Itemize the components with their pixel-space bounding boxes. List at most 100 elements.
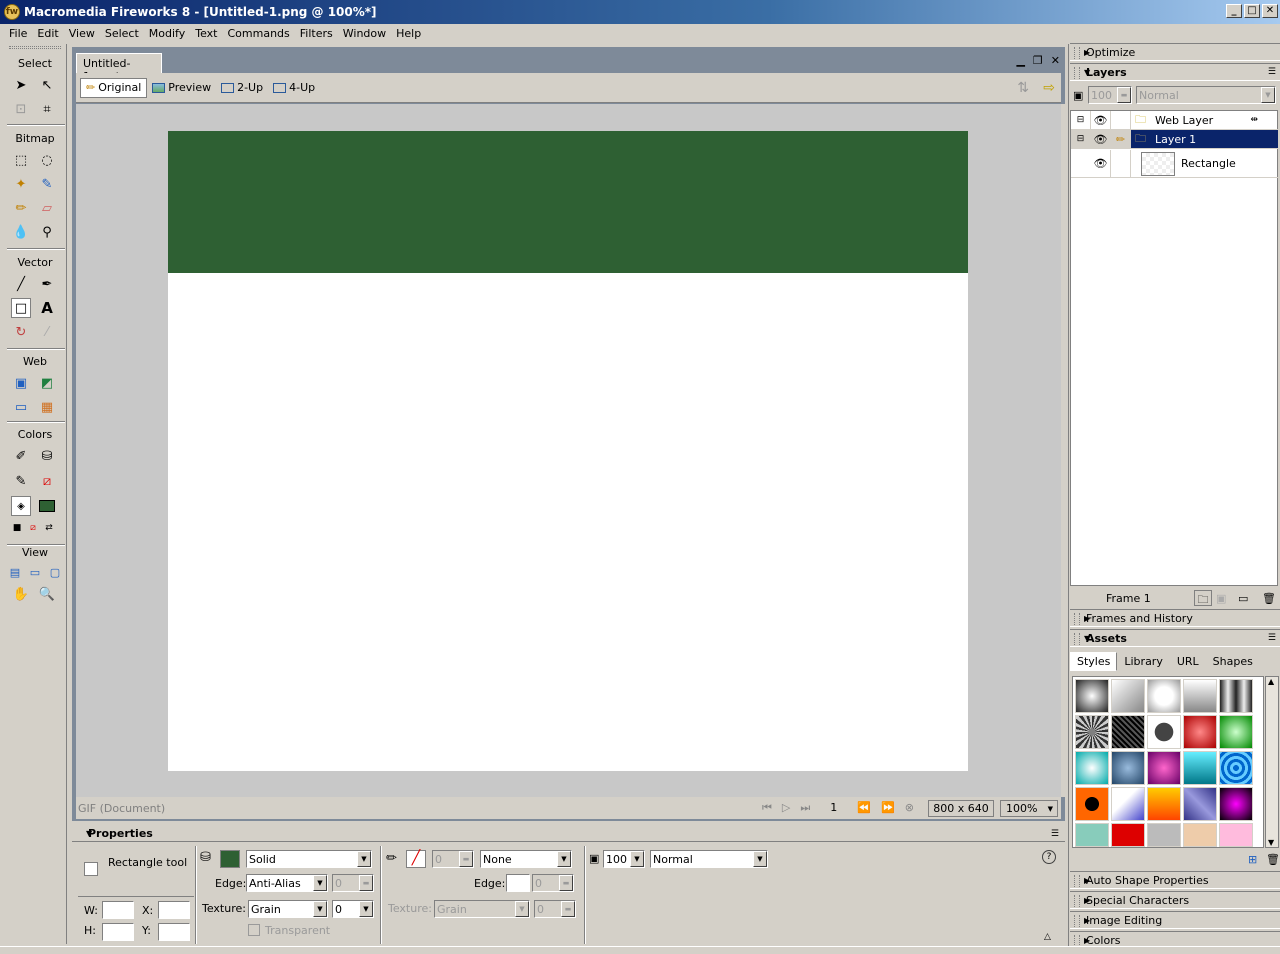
stroke-edge-swatch[interactable]: [506, 874, 530, 892]
scale-tool-icon[interactable]: ⊡: [11, 99, 31, 119]
prev-frame-icon[interactable]: ⏪: [857, 801, 871, 815]
style-swatch[interactable]: [1147, 751, 1181, 785]
layers-panel-header[interactable]: ▼ Layers ☰: [1070, 63, 1280, 81]
properties-header[interactable]: ▼ Properties ☰: [72, 826, 1065, 842]
menu-modify[interactable]: Modify: [144, 27, 190, 40]
fullscreen-menu-icon[interactable]: ▭: [25, 562, 45, 582]
first-frame-icon[interactable]: ⏮: [762, 801, 772, 815]
fill-color-swatch[interactable]: [220, 850, 240, 868]
style-swatch[interactable]: [1147, 787, 1181, 821]
new-bitmap-icon[interactable]: ▣: [1216, 592, 1226, 605]
hand-tool-icon[interactable]: ✋: [11, 584, 31, 604]
new-subfolder-icon[interactable]: 🗀: [1194, 590, 1212, 606]
document-tab[interactable]: Untitled-1.png*: [76, 53, 162, 83]
style-swatch[interactable]: [1183, 823, 1217, 847]
panel-menu-icon[interactable]: ☰: [1051, 829, 1059, 839]
next-frame-icon[interactable]: ⏩: [881, 801, 895, 815]
expand-minus-icon[interactable]: ⊟: [1071, 111, 1091, 129]
stop-icon[interactable]: ⊗: [905, 801, 914, 815]
pen-tool-icon[interactable]: ✒: [37, 274, 57, 294]
fill-swatch[interactable]: [37, 496, 57, 516]
new-layer-icon[interactable]: ▭: [1238, 592, 1248, 605]
menu-window[interactable]: Window: [338, 27, 391, 40]
eraser-tool-icon[interactable]: ▱: [37, 198, 57, 218]
frame-label[interactable]: Frame 1: [1106, 592, 1151, 605]
slice-tool-icon[interactable]: ◩: [37, 373, 57, 393]
doc-close-icon[interactable]: ✕: [1051, 54, 1060, 67]
special-characters-header[interactable]: ▶ Special Characters: [1070, 891, 1280, 909]
add-style-icon[interactable]: ⊞: [1248, 853, 1257, 866]
style-swatch[interactable]: [1111, 715, 1145, 749]
scroll-down-icon[interactable]: ▼: [1268, 838, 1274, 847]
marquee-tool-icon[interactable]: ⬚: [11, 150, 31, 170]
delete-layer-icon[interactable]: 🗑: [1262, 592, 1276, 605]
layer-row-web[interactable]: ⊟ 👁 🗀 Web Layer ⇹: [1071, 111, 1278, 130]
texture-select[interactable]: Grain ▼: [248, 900, 328, 918]
style-swatch[interactable]: [1075, 787, 1109, 821]
h-field[interactable]: [102, 923, 134, 941]
no-stroke-fill-icon[interactable]: ⧄: [25, 518, 41, 538]
scroll-up-icon[interactable]: ▲: [1268, 677, 1274, 686]
stroke-texture-select[interactable]: Grain ▼: [434, 900, 530, 918]
menu-file[interactable]: File: [4, 27, 32, 40]
zoom-level[interactable]: 100% ▼: [1000, 800, 1058, 817]
fill-color-icon[interactable]: ◈: [11, 496, 31, 516]
style-swatch[interactable]: [1219, 679, 1253, 713]
play-icon[interactable]: ▷: [782, 801, 790, 815]
pointer-tool-icon[interactable]: ➤: [11, 75, 31, 95]
style-swatch[interactable]: [1183, 787, 1217, 821]
show-slices-icon[interactable]: ▦: [37, 397, 57, 417]
stroke-texture-amount[interactable]: 0 ▬: [534, 900, 576, 918]
blend-mode-select[interactable]: Normal ▼: [650, 850, 768, 868]
frames-history-header[interactable]: ▶ Frames and History: [1070, 609, 1280, 627]
menu-edit[interactable]: Edit: [32, 27, 63, 40]
image-editing-header[interactable]: ▶ Image Editing: [1070, 911, 1280, 929]
panel-menu-icon[interactable]: ☰: [1268, 67, 1276, 77]
subselection-tool-icon[interactable]: ↖: [37, 75, 57, 95]
menu-commands[interactable]: Commands: [222, 27, 294, 40]
view-4up-button[interactable]: 4-Up: [268, 78, 320, 98]
share-layer-icon[interactable]: ⇹: [1250, 115, 1258, 125]
eye-icon[interactable]: 👁: [1091, 150, 1111, 177]
x-field[interactable]: [158, 901, 190, 919]
doc-minimize-icon[interactable]: ▁: [1016, 54, 1024, 67]
expand-minus-icon[interactable]: ⊟: [1071, 130, 1091, 148]
style-swatch[interactable]: [1111, 823, 1145, 847]
menu-select[interactable]: Select: [100, 27, 144, 40]
delete-style-icon[interactable]: 🗑: [1266, 853, 1280, 866]
stroke-color-icon[interactable]: ✎: [11, 471, 31, 491]
transparent-checkbox[interactable]: [248, 924, 260, 936]
menu-filters[interactable]: Filters: [295, 27, 338, 40]
style-swatch[interactable]: [1183, 715, 1217, 749]
layer-opacity-field[interactable]: 100 ▬: [1088, 86, 1132, 104]
style-swatch[interactable]: [1219, 823, 1253, 847]
expand-arrow-icon[interactable]: △: [1044, 932, 1051, 942]
eyedropper-tool-icon[interactable]: ✐: [11, 446, 31, 466]
style-swatch[interactable]: [1075, 751, 1109, 785]
view-original-button[interactable]: ✏ Original: [80, 77, 148, 98]
style-swatch[interactable]: [1111, 787, 1145, 821]
menu-help[interactable]: Help: [391, 27, 426, 40]
hide-slices-icon[interactable]: ▭: [11, 397, 31, 417]
swap-colors-icon[interactable]: ⇄: [41, 518, 57, 538]
w-field[interactable]: [102, 901, 134, 919]
layer-row-layer1[interactable]: ⊟ 👁 ✏ 🗀 Layer 1: [1071, 130, 1278, 149]
layer-blend-select[interactable]: Normal ▼: [1136, 86, 1276, 104]
pencil-tool-icon[interactable]: ✏: [11, 198, 31, 218]
style-swatch[interactable]: [1075, 679, 1109, 713]
layer-row-rectangle[interactable]: 👁 Rectangle: [1071, 150, 1278, 178]
maximize-button[interactable]: □: [1244, 4, 1260, 18]
stroke-type-select[interactable]: None ▼: [480, 850, 572, 868]
last-frame-icon[interactable]: ⏭: [800, 801, 810, 815]
tab-shapes[interactable]: Shapes: [1206, 652, 1260, 671]
knife-tool-icon[interactable]: ⁄: [37, 322, 57, 342]
freeform-tool-icon[interactable]: ↻: [11, 322, 31, 342]
view-2up-button[interactable]: 2-Up: [216, 78, 268, 98]
view-preview-button[interactable]: Preview: [147, 78, 216, 98]
tab-styles[interactable]: Styles: [1070, 652, 1118, 671]
standard-screen-icon[interactable]: ▤: [5, 562, 25, 582]
style-swatch[interactable]: [1111, 751, 1145, 785]
edge-amount[interactable]: 0 ▬: [332, 874, 374, 892]
style-swatch[interactable]: [1219, 787, 1253, 821]
rectangle-tool-icon[interactable]: □: [11, 298, 31, 318]
